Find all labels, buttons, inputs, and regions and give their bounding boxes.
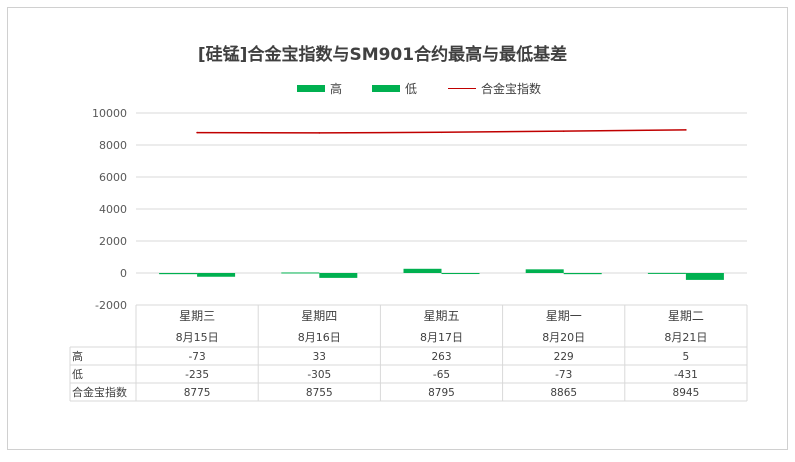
table-cell-value: -73 xyxy=(555,369,572,381)
bar-low xyxy=(319,273,358,278)
y-tick-label: -2000 xyxy=(95,299,127,312)
y-tick-label: 8000 xyxy=(99,139,127,152)
table-series-label: 高 xyxy=(72,349,83,363)
table-cell-value: 8795 xyxy=(428,387,455,399)
point-index xyxy=(196,131,198,134)
table-cell-value: -305 xyxy=(307,369,331,381)
table-cell-value: -65 xyxy=(433,369,450,381)
x-tick-label: 星期二 xyxy=(668,309,704,323)
table-cell-value: 8775 xyxy=(184,387,211,399)
table-series-label: 合金宝指数 xyxy=(72,385,127,399)
x-date-label: 8月21日 xyxy=(664,331,707,344)
y-tick-label: 10000 xyxy=(92,107,127,120)
bar-high xyxy=(159,273,198,275)
bar-low xyxy=(685,273,724,280)
y-tick-label: 2000 xyxy=(99,235,127,248)
x-date-label: 8月16日 xyxy=(298,331,341,344)
x-tick-label: 星期三 xyxy=(179,309,215,323)
table-series-label: 低 xyxy=(72,368,83,381)
table-cell-value: 8755 xyxy=(306,387,333,399)
chart-plot: 10000 8000 6000 4000 2000 0 -2000 星期三 8月15日 星期四 8月… xyxy=(69,107,748,402)
point-index xyxy=(440,131,443,134)
x-tick-label: 星期四 xyxy=(301,309,337,323)
y-tick-label: 0 xyxy=(120,267,127,280)
bar-low xyxy=(197,273,236,277)
table-cell-value: 229 xyxy=(554,351,574,363)
table-cell-value: 33 xyxy=(313,351,326,363)
table-cell-value: -235 xyxy=(185,369,209,381)
x-tick-label: 星期五 xyxy=(423,309,459,323)
x-date-label: 8月15日 xyxy=(176,331,219,344)
table-cell-value: 5 xyxy=(683,351,690,363)
bar-high xyxy=(403,268,442,273)
table-cell-value: 8865 xyxy=(550,387,577,399)
bar-low xyxy=(441,273,480,275)
point-index xyxy=(685,129,687,131)
point-index xyxy=(318,132,321,134)
bar-high xyxy=(647,272,686,274)
bar-high xyxy=(525,269,564,273)
x-date-label: 8月17日 xyxy=(420,331,463,344)
table-cell-value: 263 xyxy=(431,351,451,363)
y-tick-label: 4000 xyxy=(99,203,127,216)
table-cell-value: -431 xyxy=(674,369,698,381)
x-tick-label: 星期一 xyxy=(546,309,582,323)
y-tick-label: 6000 xyxy=(99,171,127,184)
point-index xyxy=(562,130,565,132)
bar-low xyxy=(563,273,602,275)
table-cell-value: -73 xyxy=(189,351,206,363)
x-date-label: 8月20日 xyxy=(542,331,585,344)
table-cell-value: 8945 xyxy=(673,387,700,399)
bar-high xyxy=(281,272,320,274)
